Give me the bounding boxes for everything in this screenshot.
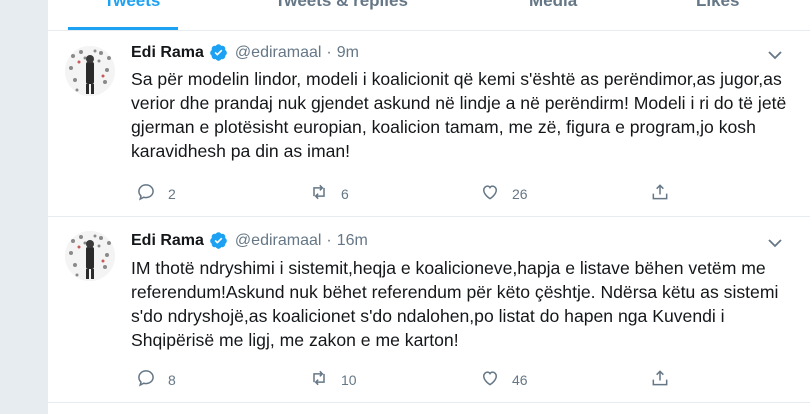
author-handle[interactable]: @ediramaal: [235, 44, 322, 62]
tweet-timestamp[interactable]: 16m: [337, 232, 368, 250]
like-button[interactable]: 26: [480, 182, 528, 205]
heart-icon: [480, 368, 500, 391]
tweet[interactable]: Edi Rama @ediramaal · 16m IM thotë ndrys…: [48, 217, 810, 403]
author-name[interactable]: Edi Rama: [131, 232, 204, 250]
tab-likes[interactable]: Likes: [696, 0, 739, 11]
tweet-text: IM thotë ndryshimi i sistemit,heqja e ko…: [131, 258, 779, 350]
tweet-header: Edi Rama @ediramaal · 9m: [131, 43, 359, 62]
verified-badge-icon: [209, 231, 228, 250]
retweet-icon: [309, 368, 329, 391]
like-button[interactable]: 46: [480, 368, 528, 391]
chevron-down-icon[interactable]: [766, 234, 784, 252]
separator: ·: [326, 43, 332, 61]
share-button[interactable]: [650, 182, 670, 205]
share-icon: [650, 182, 670, 205]
reply-button[interactable]: 8: [136, 368, 176, 391]
reply-icon: [136, 182, 156, 205]
timeline-column: Tweets Tweets & replies Media Likes Edi …: [48, 0, 810, 414]
retweet-icon: [309, 182, 329, 205]
tweet-actions: 8 10 46: [131, 368, 691, 390]
heart-icon: [480, 182, 500, 205]
author-handle[interactable]: @ediramaal: [235, 232, 322, 250]
author-name[interactable]: Edi Rama: [131, 44, 204, 62]
reply-count: 8: [168, 371, 176, 388]
retweet-button[interactable]: 10: [309, 368, 357, 391]
tweet-header: Edi Rama @ediramaal · 16m: [131, 231, 368, 250]
reply-button[interactable]: 2: [136, 182, 176, 205]
profile-tabs: Tweets Tweets & replies Media Likes: [48, 0, 810, 31]
retweet-count: 6: [341, 185, 349, 202]
avatar[interactable]: [65, 231, 115, 281]
tab-tweets[interactable]: Tweets: [104, 0, 160, 11]
share-button[interactable]: [650, 368, 670, 391]
tweet-timestamp[interactable]: 9m: [337, 44, 359, 62]
tweet-text: Sa për modelin lindor, modeli i koalicio…: [131, 69, 787, 161]
like-count: 46: [512, 371, 528, 388]
verified-badge-icon: [209, 43, 228, 62]
avatar[interactable]: [65, 46, 115, 96]
share-icon: [650, 368, 670, 391]
chevron-down-icon[interactable]: [766, 46, 784, 64]
separator: ·: [326, 231, 332, 249]
active-tab-indicator: [68, 27, 178, 30]
retweet-count: 10: [341, 371, 357, 388]
tab-tweets-replies[interactable]: Tweets & replies: [275, 0, 408, 11]
retweet-button[interactable]: 6: [309, 182, 349, 205]
tweet[interactable]: Edi Rama @ediramaal · 9m Sa për modelin …: [48, 38, 810, 217]
tab-media[interactable]: Media: [529, 0, 577, 11]
next-tweet-edge: [48, 402, 810, 414]
tweet-actions: 2 6 26: [131, 182, 691, 204]
like-count: 26: [512, 185, 528, 202]
reply-icon: [136, 368, 156, 391]
reply-count: 2: [168, 185, 176, 202]
